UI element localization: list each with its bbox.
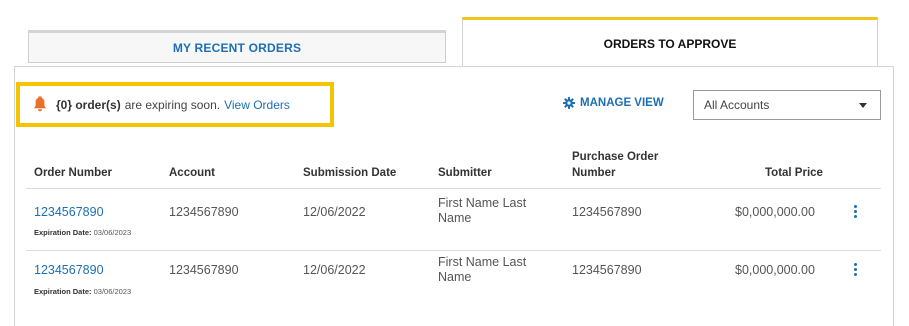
- purchase-order-cell: 1234567890: [572, 205, 642, 219]
- submission-date-cell: 12/06/2022: [303, 205, 366, 219]
- row-divider: [26, 250, 881, 251]
- expiration-value: 03/06/2023: [93, 287, 132, 296]
- header-account: Account: [169, 167, 215, 179]
- account-filter-value: All Accounts: [704, 98, 770, 112]
- tab-my-recent-orders[interactable]: MY RECENT ORDERS: [28, 30, 446, 63]
- header-divider: [26, 188, 881, 189]
- chevron-down-icon: [859, 103, 867, 108]
- header-purchase-order-line2: Number: [572, 167, 616, 179]
- header-purchase-order-number: Purchase Order Number: [572, 149, 658, 181]
- expiring-orders-alert: {0} order(s) are expiring soon. View Ord…: [16, 82, 334, 127]
- gear-icon: [563, 97, 575, 109]
- submitter-cell: First Name Last Name: [438, 255, 526, 285]
- view-orders-link[interactable]: View Orders: [224, 98, 290, 112]
- header-submission-date: Submission Date: [303, 167, 397, 179]
- tab-orders-to-approve-label: ORDERS TO APPROVE: [603, 36, 737, 51]
- total-price-cell: $0,000,000.00: [735, 263, 815, 277]
- expiration-date: Expiration Date: 03/06/2023: [34, 287, 131, 296]
- submitter-line1: First Name Last: [438, 196, 527, 210]
- expiration-date: Expiration Date: 03/06/2023: [34, 228, 131, 237]
- submitter-line2: Name: [438, 270, 472, 284]
- submitter-cell: First Name Last Name: [438, 196, 526, 226]
- header-submitter: Submitter: [438, 167, 492, 179]
- tab-my-recent-orders-label: MY RECENT ORDERS: [172, 40, 302, 55]
- order-number-link[interactable]: 1234567890: [34, 205, 104, 220]
- submission-date-cell: 12/06/2022: [303, 263, 366, 277]
- expiration-label: Expiration Date:: [34, 287, 92, 296]
- alert-order-count: {0} order(s): [56, 97, 121, 112]
- tab-orders-to-approve[interactable]: ORDERS TO APPROVE: [462, 17, 878, 67]
- bell-icon: [32, 96, 48, 113]
- row-actions-icon[interactable]: [854, 263, 858, 276]
- header-total-price: Total Price: [765, 167, 823, 179]
- submitter-line1: First Name Last: [438, 255, 527, 269]
- alert-message: are expiring soon.: [124, 97, 221, 112]
- total-price-cell: $0,000,000.00: [735, 205, 815, 219]
- expiration-label: Expiration Date:: [34, 228, 92, 237]
- submitter-line2: Name: [438, 211, 472, 225]
- order-number-link[interactable]: 1234567890: [34, 263, 104, 278]
- purchase-order-cell: 1234567890: [572, 263, 642, 277]
- row-actions-icon[interactable]: [854, 205, 858, 218]
- manage-view-label: MANAGE VIEW: [580, 97, 664, 109]
- account-cell: 1234567890: [169, 205, 239, 219]
- expiration-value: 03/06/2023: [93, 228, 132, 237]
- header-order-number: Order Number: [34, 167, 112, 179]
- manage-view-button[interactable]: MANAGE VIEW: [563, 97, 664, 109]
- account-cell: 1234567890: [169, 263, 239, 277]
- account-filter-select[interactable]: All Accounts: [693, 90, 881, 120]
- header-purchase-order-line1: Purchase Order: [572, 151, 659, 163]
